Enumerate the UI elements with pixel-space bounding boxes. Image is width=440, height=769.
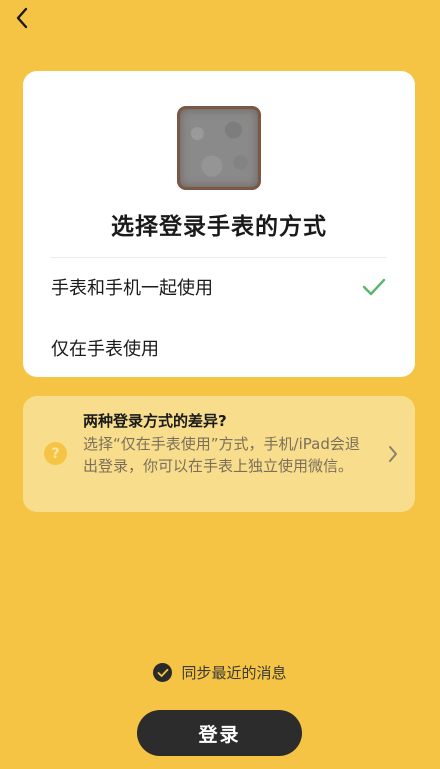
login-button[interactable]: 登录 <box>137 710 302 756</box>
sync-label: 同步最近的消息 <box>181 664 287 682</box>
option-label: 手表和手机一起使用 <box>51 278 213 299</box>
avatar <box>177 106 261 190</box>
checkmark-icon <box>361 274 387 300</box>
chevron-right-icon <box>385 443 401 465</box>
option-watch-only[interactable]: 仅在手表使用 <box>51 325 387 371</box>
question-icon: ? <box>44 442 67 465</box>
option-watch-and-phone[interactable]: 手表和手机一起使用 <box>51 264 387 310</box>
back-button[interactable] <box>8 4 36 32</box>
chevron-left-icon <box>16 7 28 29</box>
sync-messages-toggle[interactable]: 同步最近的消息 <box>0 662 440 683</box>
login-difference-info[interactable]: ? 两种登录方式的差异? 选择“仅在手表使用”方式，手机/iPad会退出登录，你… <box>23 396 415 512</box>
info-body: 选择“仅在手表使用”方式，手机/iPad会退出登录，你可以在手表上独立使用微信。 <box>83 435 360 475</box>
divider <box>51 257 387 258</box>
card-title: 选择登录手表的方式 <box>111 214 327 240</box>
login-mode-card: 选择登录手表的方式 手表和手机一起使用 仅在手表使用 <box>23 71 415 377</box>
option-label: 仅在手表使用 <box>51 339 159 360</box>
info-title: 两种登录方式的差异? <box>83 412 227 430</box>
check-circle-icon[interactable] <box>153 663 173 682</box>
